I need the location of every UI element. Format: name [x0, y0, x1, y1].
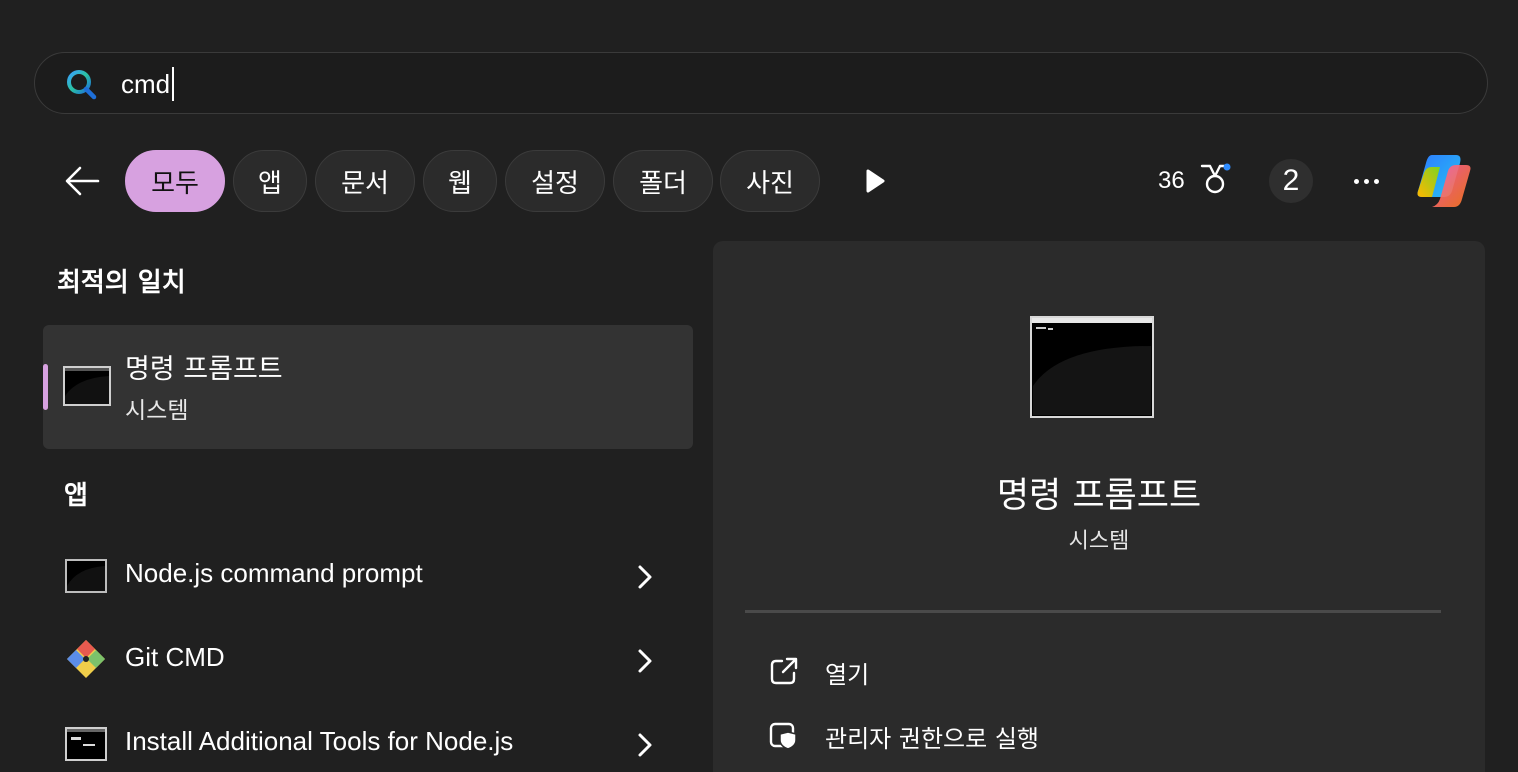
more-options-button[interactable] [1346, 166, 1386, 196]
back-arrow-icon[interactable] [62, 160, 104, 202]
selection-indicator [43, 364, 48, 410]
detail-subtitle: 시스템 [1068, 529, 1130, 554]
detail-title: 명령 프롬프트 [996, 476, 1202, 516]
dot-icon [1353, 178, 1359, 184]
medal-icon[interactable] [1198, 162, 1232, 198]
action-label: 열기 [825, 661, 870, 689]
app-label: Install Additional Tools for Node.js [125, 726, 514, 756]
dot-icon [1373, 178, 1379, 184]
best-match-subtitle: 시스템 [125, 398, 189, 424]
filter-chip-apps[interactable]: 앱 [233, 150, 307, 212]
chip-label: 폴더 [639, 168, 687, 199]
git-icon [67, 640, 105, 678]
app-item[interactable]: Node.js command prompt [43, 542, 693, 612]
chevron-right-icon[interactable] [635, 731, 655, 759]
open-action[interactable]: 열기 [769, 651, 1369, 691]
action-label: 관리자 권한으로 실행 [825, 725, 1039, 753]
filter-chip-documents[interactable]: 문서 [315, 150, 415, 212]
open-external-icon [770, 657, 798, 685]
chevron-right-icon[interactable] [635, 647, 655, 675]
detail-panel: 명령 프롬프트 시스템 열기 관리자 권한으로 실행 [713, 241, 1485, 772]
chip-label: 문서 [341, 168, 389, 199]
app-label: Git CMD [125, 642, 225, 672]
best-match-heading: 최적의 일치 [57, 268, 186, 298]
best-match-title: 명령 프롬프트 [125, 354, 283, 385]
search-icon [67, 70, 97, 100]
chip-label: 사진 [746, 168, 794, 199]
chip-label: 웹 [448, 168, 472, 199]
cmd-icon [63, 366, 111, 406]
app-label: Node.js command prompt [125, 558, 423, 588]
chip-label: 설정 [531, 168, 579, 199]
copilot-icon[interactable] [1412, 151, 1476, 211]
search-input[interactable]: cmd [121, 67, 175, 101]
shield-run-icon [769, 722, 797, 750]
filter-chip-web[interactable]: 웹 [423, 150, 497, 212]
search-bar[interactable]: cmd [34, 52, 1488, 114]
dot-icon [1363, 178, 1369, 184]
badge-count: 2 [1282, 164, 1300, 197]
app-item[interactable]: Git CMD [43, 626, 693, 696]
play-icon[interactable] [862, 166, 888, 196]
filter-chip-photos[interactable]: 사진 [720, 150, 820, 212]
cmd-icon [1030, 316, 1154, 418]
filter-chip-settings[interactable]: 설정 [505, 150, 605, 212]
console-icon [65, 727, 107, 761]
app-item[interactable]: Install Additional Tools for Node.js [43, 710, 693, 772]
run-as-admin-action[interactable]: 관리자 권한으로 실행 [769, 715, 1369, 755]
chip-label: 모두 [151, 168, 199, 199]
filter-chip-all[interactable]: 모두 [125, 150, 225, 212]
cmd-icon [65, 559, 107, 593]
filter-chip-folders[interactable]: 폴더 [613, 150, 713, 212]
divider [745, 610, 1441, 613]
rewards-points[interactable]: 36 [1158, 164, 1185, 198]
best-match-item[interactable]: 명령 프롬프트 시스템 [43, 325, 693, 449]
chevron-right-icon[interactable] [635, 563, 655, 591]
notification-badge[interactable]: 2 [1269, 159, 1313, 203]
apps-heading: 앱 [64, 481, 88, 511]
chip-label: 앱 [258, 168, 282, 199]
